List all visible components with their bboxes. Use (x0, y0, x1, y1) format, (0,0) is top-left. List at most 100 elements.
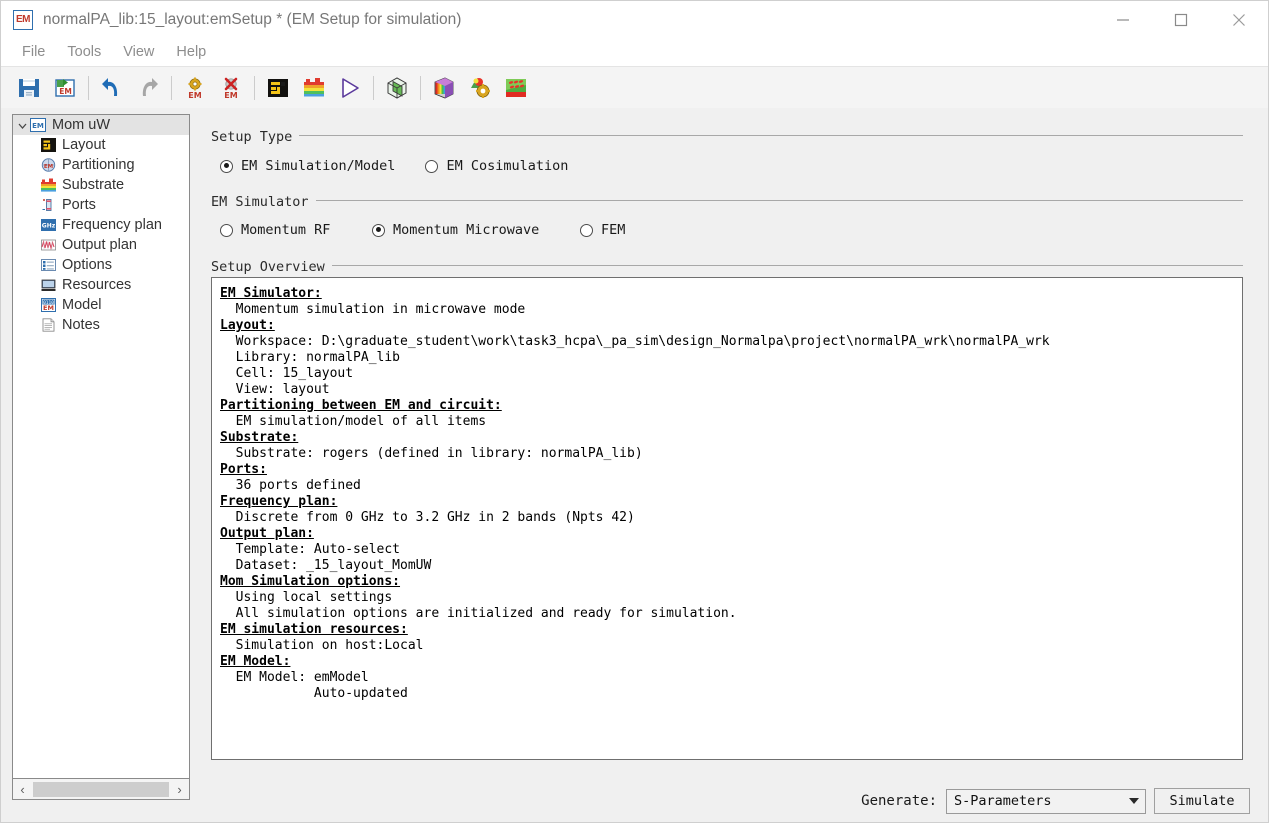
sidebar-item-partitioning[interactable]: EM Partitioning (13, 155, 189, 175)
group-divider (211, 135, 1243, 136)
model-icon: 0110 EM (39, 297, 57, 313)
overview-heading: Substrate: (220, 430, 299, 445)
svg-text:EM: EM (59, 87, 72, 96)
sidebar-item-label: Options (62, 257, 112, 273)
radio-momentum-microwave[interactable]: Momentum Microwave (372, 222, 580, 238)
generate-label: Generate: (861, 793, 937, 809)
radio-em-cosimulation[interactable]: EM Cosimulation (425, 158, 568, 174)
save-em-icon[interactable]: EM (47, 71, 83, 105)
menu-file[interactable]: File (11, 42, 56, 62)
setup-overview-textbox[interactable]: EM Simulator: Momentum simulation in mic… (211, 277, 1243, 760)
setup-tree[interactable]: EM Mom uW Layout EM Partitioning Substra… (12, 114, 190, 779)
menu-view[interactable]: View (112, 42, 165, 62)
field-visualization-icon[interactable] (498, 71, 534, 105)
layout-icon (39, 137, 57, 153)
em-simulator-title: EM Simulator (211, 194, 316, 210)
em-simulator-group: EM Simulator (211, 193, 1243, 211)
sidebar-item-output-plan[interactable]: Output plan (13, 235, 189, 255)
close-icon[interactable] (1210, 1, 1268, 38)
radio-indicator (220, 223, 233, 237)
ports-icon (39, 197, 57, 213)
menu-bar: File Tools View Help (1, 38, 1268, 67)
overview-text: Discrete from 0 GHz to 3.2 GHz in 2 band… (220, 510, 635, 525)
em-app-icon: EM (13, 9, 33, 30)
em-settings-icon[interactable]: EM (177, 71, 213, 105)
toolbar: EM EM EM (1, 67, 1268, 109)
overview-heading: Output plan: (220, 526, 314, 541)
em-delete-icon[interactable]: EM (213, 71, 249, 105)
setup-type-group: Setup Type (211, 128, 1243, 146)
sidebar-item-ports[interactable]: Ports (13, 195, 189, 215)
save-icon[interactable] (11, 71, 47, 105)
radio-momentum-rf[interactable]: Momentum RF (220, 222, 372, 238)
maximize-icon[interactable] (1152, 1, 1210, 38)
svg-text:GHz: GHz (41, 223, 55, 230)
toolbar-separator (373, 75, 374, 100)
rainbow-cube-icon[interactable] (426, 71, 462, 105)
sidebar-item-options[interactable]: Options (13, 255, 189, 275)
menu-tools[interactable]: Tools (56, 42, 112, 62)
toolbar-separator (254, 75, 255, 100)
chevron-down-icon[interactable] (1129, 798, 1139, 804)
redo-icon[interactable] (130, 71, 166, 105)
overview-heading: EM Model: (220, 654, 291, 669)
undo-icon[interactable] (94, 71, 130, 105)
title-bar: EM normalPA_lib:15_layout:emSetup * (EM … (1, 1, 1268, 38)
overview-text: Auto-updated (220, 686, 408, 701)
group-divider (211, 200, 1243, 201)
radio-indicator (580, 223, 593, 237)
sidebar-item-label: Output plan (62, 237, 137, 253)
generate-select[interactable]: S-Parameters (946, 788, 1146, 814)
toolbar-separator (171, 75, 172, 100)
sidebar-item-label: Layout (62, 137, 106, 153)
sidebar-item-layout[interactable]: Layout (13, 135, 189, 155)
svg-text:EM: EM (43, 304, 54, 312)
sidebar-root-label: Mom uW (52, 117, 110, 133)
radio-label: EM Cosimulation (446, 158, 569, 174)
overview-text: Cell: 15_layout (220, 366, 354, 381)
chevron-down-icon[interactable] (16, 119, 29, 132)
simulate-button[interactable]: Simulate (1154, 788, 1250, 814)
substrate-icon[interactable] (296, 71, 332, 105)
sidebar-item-label: Resources (62, 277, 132, 293)
generate-selected-value: S-Parameters (954, 793, 1052, 809)
sidebar-item-substrate[interactable]: Substrate (13, 175, 189, 195)
substrate-icon (39, 177, 57, 193)
notes-icon (39, 317, 57, 333)
layout-icon[interactable] (260, 71, 296, 105)
em-simulator-options: Momentum RF Momentum Microwave FEM (220, 222, 625, 238)
body-area: EM Mom uW Layout EM Partitioning Substra… (1, 108, 1268, 822)
menu-help[interactable]: Help (165, 42, 217, 62)
simulate-play-icon[interactable] (332, 71, 368, 105)
window-controls (1094, 1, 1268, 38)
sidebar-item-frequency-plan[interactable]: GHz Frequency plan (13, 215, 189, 235)
overview-text: Library: normalPA_lib (220, 350, 401, 365)
mesh-cube-icon[interactable] (379, 71, 415, 105)
overview-text: Using local settings (220, 590, 393, 605)
overview-text: Momentum simulation in microwave mode (220, 302, 526, 317)
svg-text:EM: EM (188, 91, 201, 100)
sidebar-item-mom-uw[interactable]: EM Mom uW (13, 115, 189, 135)
simulate-button-label: Simulate (1169, 793, 1235, 809)
radio-fem[interactable]: FEM (580, 222, 625, 238)
sidebar-item-resources[interactable]: Resources (13, 275, 189, 295)
svg-text:EM: EM (43, 164, 52, 170)
sidebar-item-label: Ports (62, 197, 96, 213)
minimize-icon[interactable] (1094, 1, 1152, 38)
group-divider (211, 265, 1243, 266)
overview-heading: Partitioning between EM and circuit: (220, 398, 502, 413)
sidebar-item-notes[interactable]: Notes (13, 315, 189, 335)
radio-em-simulation-model[interactable]: EM Simulation/Model (220, 158, 395, 174)
sidebar-item-model[interactable]: 0110 EM Model (13, 295, 189, 315)
svg-text:EM: EM (224, 91, 237, 100)
toolbar-separator (420, 75, 421, 100)
radio-label: Momentum Microwave (393, 222, 540, 238)
svg-text:EM: EM (32, 122, 44, 130)
overview-heading: EM simulation resources: (220, 622, 408, 637)
em-model-gear-icon[interactable] (462, 71, 498, 105)
output-plan-icon (39, 237, 57, 253)
overview-heading: Frequency plan: (220, 494, 338, 509)
options-icon (39, 257, 57, 273)
sidebar-item-label: Partitioning (62, 157, 135, 173)
radio-label: FEM (601, 222, 626, 238)
